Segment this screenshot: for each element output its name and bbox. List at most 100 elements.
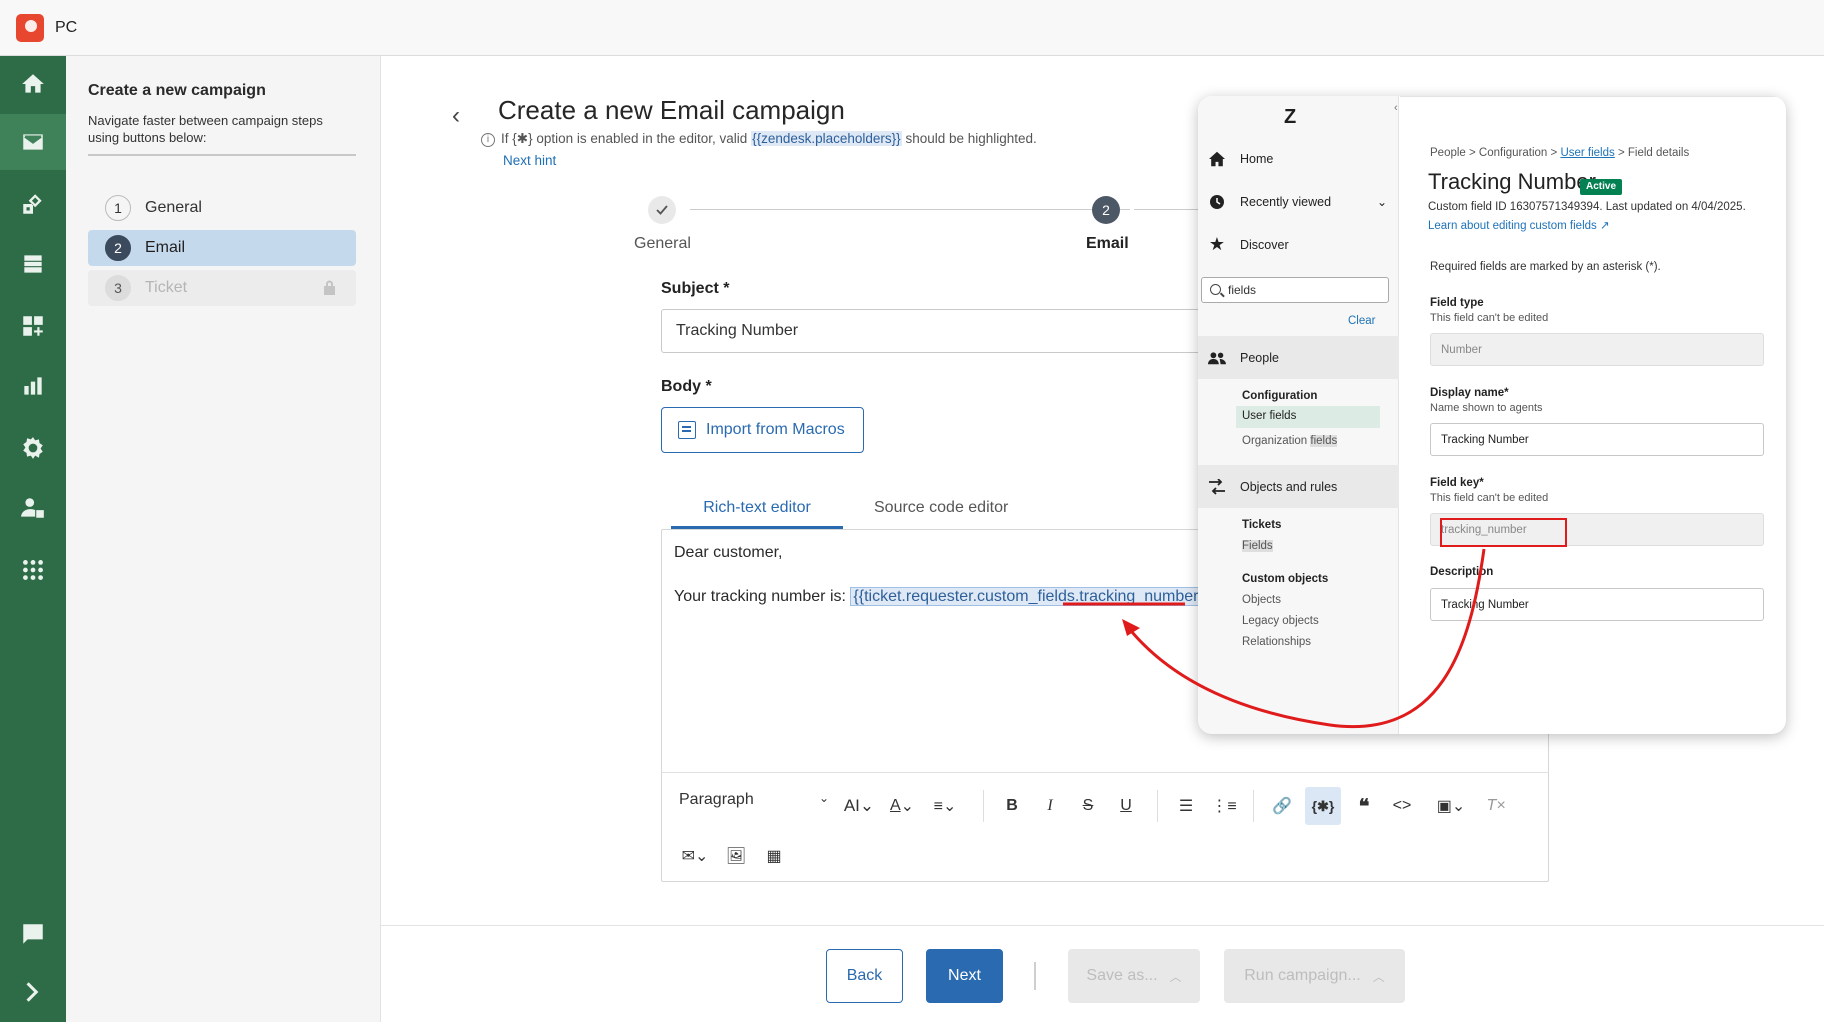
table-icon[interactable]: ▦	[759, 841, 789, 871]
font-color-icon[interactable]: A ⌄	[883, 791, 921, 821]
subject-input[interactable]: Tracking Number	[661, 309, 1201, 353]
nav-people[interactable]: People	[1198, 336, 1399, 379]
numbered-list-icon[interactable]: ⋮≡	[1209, 791, 1239, 821]
breadcrumb-user-fields[interactable]: User fields	[1560, 147, 1614, 159]
nav-objects-rules[interactable]: Objects and rules	[1198, 465, 1399, 508]
next-hint-link[interactable]: Next hint	[503, 153, 556, 168]
left-rail	[0, 56, 66, 1022]
chevron-down-icon: ⌄	[1376, 194, 1387, 209]
nav-recent-label: Recently viewed	[1240, 194, 1332, 209]
settings-icon[interactable]	[0, 420, 66, 476]
nav-search-input[interactable]: fields	[1201, 277, 1389, 303]
clear-search-link[interactable]: Clear	[1348, 315, 1375, 327]
tab-rich-text[interactable]: Rich-text editor	[671, 499, 843, 517]
field-type-help: This field can't be edited	[1430, 312, 1549, 324]
field-key-label: Field key*	[1430, 477, 1484, 489]
strikethrough-icon[interactable]: S	[1073, 791, 1103, 821]
nav-recently-viewed[interactable]: Recently viewed ⌄	[1198, 180, 1399, 223]
link-icon[interactable]: 🔗	[1267, 791, 1297, 821]
search-icon	[1210, 284, 1221, 295]
step-email[interactable]: 2 Email	[88, 230, 356, 266]
breadcrumb-configuration[interactable]: Configuration	[1479, 147, 1547, 159]
underline-icon[interactable]: U	[1111, 791, 1141, 821]
email-icon[interactable]	[0, 114, 66, 170]
steps-title: Create a new campaign	[88, 82, 266, 99]
next-button[interactable]: Next	[926, 949, 1003, 1003]
editor-hint: i If {✱} option is enabled in the editor,…	[481, 131, 1037, 147]
placeholder-token[interactable]: {{ticket.requester.custom_fields.trackin…	[850, 587, 1213, 606]
placeholder-example: {{zendesk.placeholders}}	[751, 131, 902, 146]
home-icon	[1208, 150, 1226, 168]
step-general[interactable]: 1 General	[88, 190, 356, 226]
align-icon[interactable]: ≡⌄	[925, 791, 965, 821]
back-button[interactable]: Back	[826, 949, 903, 1003]
tab-source-code[interactable]: Source code editor	[874, 499, 1008, 517]
insert-snippet-icon[interactable]: ▣⌄	[1425, 791, 1477, 821]
app-logo	[16, 14, 44, 42]
nav-search-value: fields	[1228, 283, 1257, 297]
display-name-label: Display name*	[1430, 387, 1509, 399]
external-link-icon: ↗	[1599, 220, 1610, 232]
breadcrumb: People > Configuration > User fields > F…	[1430, 147, 1690, 159]
expand-chevron-icon[interactable]	[0, 964, 66, 1020]
italic-icon[interactable]: I	[1035, 791, 1065, 821]
step-number: 3	[105, 275, 131, 301]
run-campaign-button: Run campaign... ︿	[1224, 949, 1405, 1003]
nav-relationships[interactable]: Relationships	[1242, 636, 1311, 648]
stepper-label-general: General	[634, 235, 691, 252]
nav-user-fields[interactable]: User fields	[1236, 406, 1380, 428]
field-key-help: This field can't be edited	[1430, 492, 1549, 504]
learn-more-label: Learn about editing custom fields	[1428, 220, 1597, 232]
chevron-down-icon: ⌄	[818, 791, 829, 805]
back-chevron-icon[interactable]: ‹	[452, 102, 460, 130]
code-icon[interactable]: <>	[1387, 791, 1417, 821]
info-icon: i	[481, 133, 495, 147]
apps-grid-icon[interactable]	[0, 542, 66, 598]
field-details: People > Configuration > User fields > F…	[1400, 96, 1786, 734]
app-title: PC	[55, 19, 78, 36]
import-button-label: Import from Macros	[706, 421, 845, 438]
objects-rules-icon	[1208, 478, 1226, 496]
quote-icon[interactable]: ❝	[1349, 791, 1379, 821]
nav-objects[interactable]: Objects	[1242, 594, 1281, 606]
nav-home[interactable]: Home	[1198, 137, 1399, 180]
bold-icon[interactable]: B	[997, 791, 1027, 821]
paragraph-format-select[interactable]: Paragraph ⌄	[679, 791, 829, 809]
user-lock-icon[interactable]	[0, 480, 66, 536]
learn-more-link[interactable]: Learn about editing custom fields ↗	[1428, 218, 1610, 232]
stepper-label-email: Email	[1086, 235, 1129, 252]
email-insert-icon[interactable]: ✉⌄	[673, 841, 717, 871]
collapse-chevron-icon[interactable]: ‹	[1394, 102, 1398, 114]
image-icon[interactable]: 🖼	[721, 841, 751, 871]
stepper-track	[690, 209, 1130, 210]
breadcrumb-people[interactable]: People	[1430, 147, 1466, 159]
placeholder-highlight-icon[interactable]: {✱}	[1305, 787, 1341, 825]
nav-org-fields-pre: Organization	[1242, 435, 1311, 447]
body-label: Body *	[661, 378, 712, 395]
toolbar-separator	[983, 790, 984, 822]
nav-ticket-fields[interactable]: Fields	[1242, 540, 1273, 552]
chat-icon[interactable]	[0, 906, 66, 962]
import-from-macros-button[interactable]: Import from Macros	[661, 407, 864, 453]
bulleted-list-icon[interactable]: ☰	[1171, 791, 1201, 821]
display-name-input[interactable]: Tracking Number	[1430, 423, 1764, 456]
nav-organization-fields[interactable]: Organization fields	[1242, 435, 1338, 447]
editor-line: Your tracking number is: {{ticket.reques…	[674, 587, 1213, 606]
clear-format-icon[interactable]: T×	[1481, 791, 1511, 821]
database-icon[interactable]	[0, 236, 66, 292]
hint-text-post: should be highlighted.	[905, 131, 1037, 146]
field-type-label: Field type	[1430, 297, 1484, 309]
nav-discover[interactable]: ★ Discover	[1198, 223, 1399, 266]
dashboard-add-icon[interactable]	[0, 298, 66, 354]
step-number: 1	[105, 195, 131, 221]
stepper-track	[1134, 209, 1204, 210]
shapes-icon[interactable]	[0, 176, 66, 232]
analytics-icon[interactable]	[0, 358, 66, 414]
nav-legacy-objects[interactable]: Legacy objects	[1242, 615, 1319, 627]
step-label: General	[145, 199, 202, 216]
description-label: Description	[1430, 566, 1494, 578]
chevron-up-icon: ︿	[1372, 969, 1385, 984]
description-input[interactable]: Tracking Number	[1430, 588, 1764, 621]
font-size-icon[interactable]: AI⌄	[839, 791, 879, 821]
home-icon[interactable]	[0, 56, 66, 112]
